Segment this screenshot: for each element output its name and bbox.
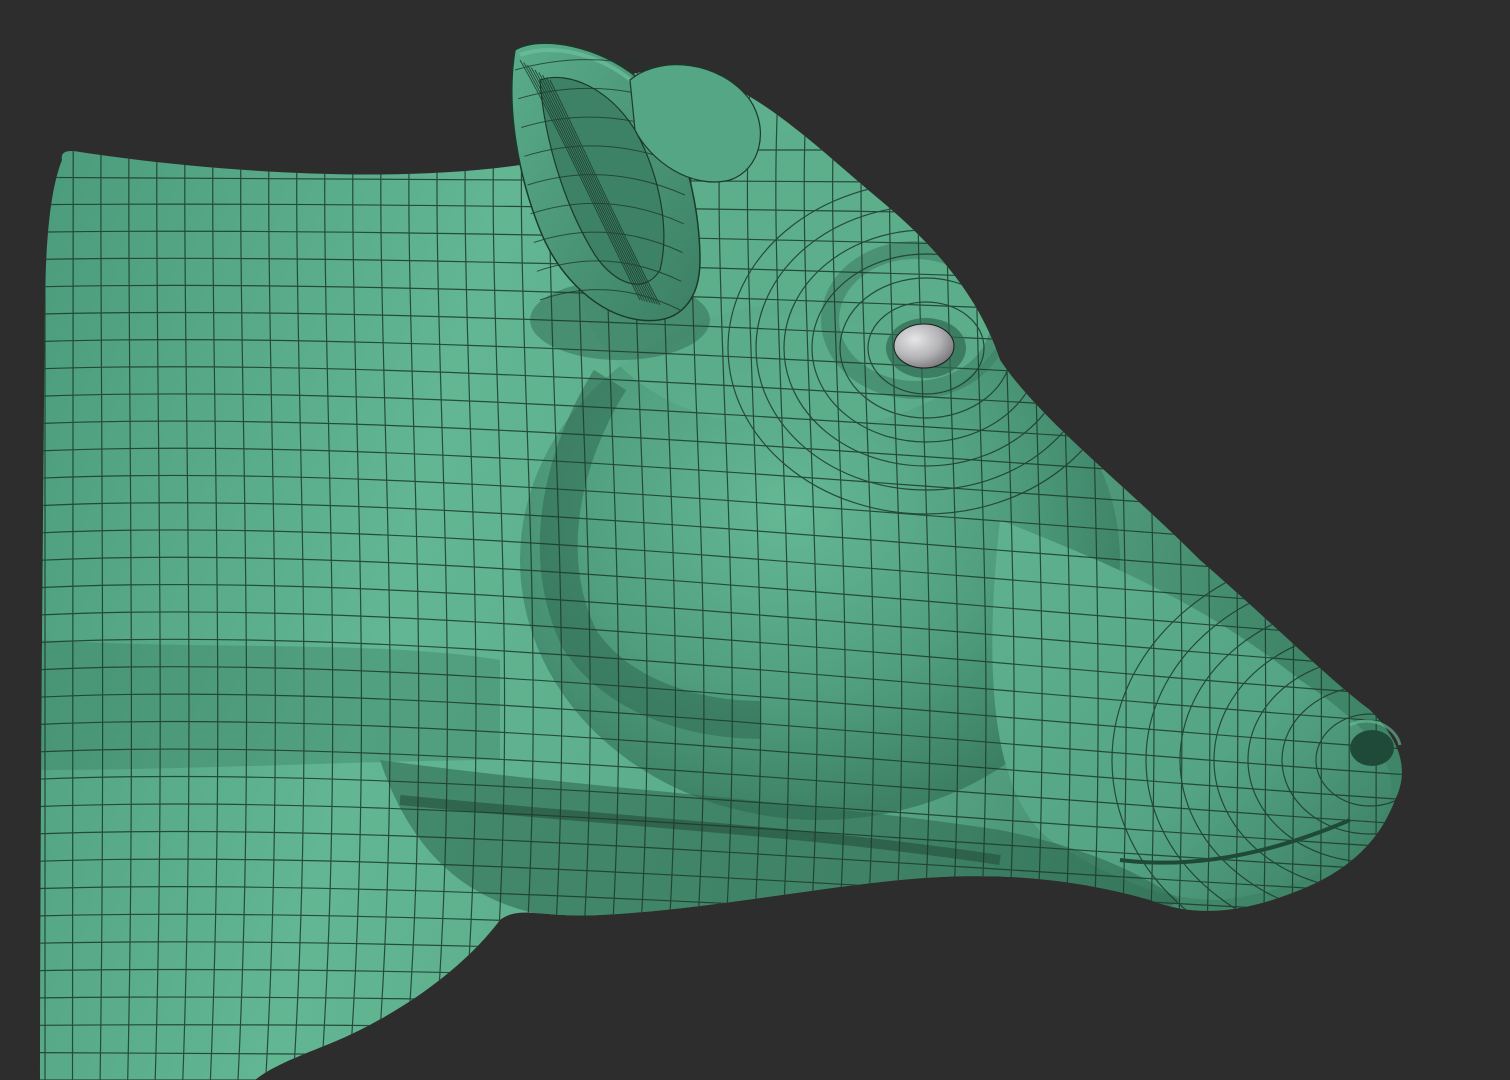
wire-edge-vertical <box>1346 70 1350 1080</box>
3d-viewport[interactable] <box>0 0 1510 1080</box>
sphere-eye-icon <box>893 323 955 369</box>
cow-head-model[interactable] <box>0 0 1510 1080</box>
wire-edge-vertical <box>1229 70 1239 1080</box>
nostril-icon <box>1350 730 1394 766</box>
wire-edge-vertical <box>1375 70 1378 1080</box>
wire-edge-vertical <box>1317 70 1323 1080</box>
mesh-body <box>40 70 1402 1080</box>
wire-edge-vertical <box>1288 70 1295 1080</box>
eye[interactable] <box>886 318 966 378</box>
wire-edge-vertical <box>1200 70 1211 1080</box>
wire-edge-vertical <box>1258 70 1267 1080</box>
